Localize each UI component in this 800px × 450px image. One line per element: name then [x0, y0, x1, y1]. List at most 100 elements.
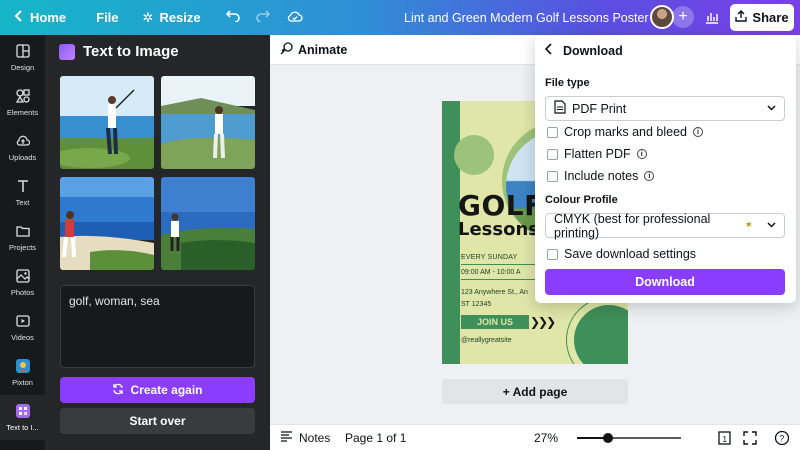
crop-marks-checkbox[interactable] — [547, 126, 558, 138]
text-to-image-icon — [15, 403, 30, 420]
shapes-icon — [15, 88, 30, 105]
info-icon[interactable]: i — [644, 171, 655, 181]
footer-bar: Notes Page 1 of 1 27% 1 ? — [270, 424, 800, 450]
notes-button[interactable]: Notes — [280, 431, 330, 445]
poster-schedule-day: EVERY SUNDAY — [461, 254, 518, 261]
refresh-icon — [112, 383, 124, 398]
flatten-pdf-label: Flatten PDF — [564, 147, 631, 161]
file-type-select[interactable]: PDF Print — [545, 96, 785, 121]
help-icon: ? — [774, 430, 790, 449]
save-settings-label: Save download settings — [564, 247, 697, 261]
pixton-app-icon — [15, 358, 30, 375]
rail-item-projects[interactable]: Projects — [0, 215, 45, 260]
redo-icon — [255, 10, 270, 25]
add-page-button[interactable]: + Add page — [442, 379, 628, 404]
folder-icon — [15, 224, 30, 240]
rail-item-text-to-image[interactable]: Text to I... — [0, 395, 45, 440]
rail-label: Uploads — [8, 152, 37, 162]
info-icon[interactable]: i — [636, 149, 647, 159]
zoom-level[interactable]: 27% — [534, 431, 558, 445]
prompt-textarea[interactable]: golf, woman, sea — [60, 285, 255, 368]
home-label: Home — [30, 10, 67, 25]
page-indicator[interactable]: Page 1 of 1 — [345, 431, 406, 445]
save-settings-checkbox[interactable] — [547, 248, 558, 260]
avatar[interactable] — [650, 5, 674, 29]
generated-image-2[interactable] — [161, 76, 255, 169]
include-notes-checkbox-row[interactable]: Include notes i — [547, 169, 655, 183]
save-settings-checkbox-row[interactable]: Save download settings — [547, 247, 696, 261]
pages-icon: 1 — [716, 431, 732, 449]
generated-image-4[interactable] — [161, 177, 255, 270]
left-rail: Design Elements Uploads Text Projects Ph… — [0, 35, 45, 450]
rail-item-text[interactable]: Text — [0, 170, 45, 215]
top-bar: Home File ✲ Resize Lint and Green Modern… — [0, 0, 800, 35]
generated-image-1[interactable] — [60, 76, 154, 169]
back-button[interactable] — [544, 43, 553, 58]
create-again-button[interactable]: Create again — [60, 377, 255, 403]
share-label: Share — [752, 10, 789, 25]
svg-text:1: 1 — [723, 435, 728, 444]
rail-label: Design — [10, 62, 35, 72]
sparkle-icon: ✲ — [142, 9, 154, 25]
file-menu-button[interactable]: File — [88, 0, 126, 35]
panel-title: Text to Image — [83, 43, 179, 60]
chevron-left-icon — [14, 10, 24, 25]
rail-label: Pixton — [12, 377, 33, 387]
image-icon — [15, 268, 30, 285]
create-again-label: Create again — [130, 383, 203, 397]
rail-label: Videos — [11, 332, 34, 342]
file-type-label: File type — [545, 77, 590, 89]
start-over-button[interactable]: Start over — [60, 408, 255, 434]
insights-button[interactable] — [700, 6, 724, 30]
add-collaborator-button[interactable]: + — [672, 6, 694, 28]
rail-label: Photos — [10, 287, 35, 297]
animate-button[interactable]: Animate — [280, 42, 347, 58]
info-icon[interactable]: i — [692, 127, 703, 137]
poster-handle: @reallygreatsite — [461, 337, 512, 344]
video-icon — [15, 314, 30, 330]
download-header: Download — [544, 43, 623, 58]
share-upload-icon — [735, 10, 748, 25]
panel-header: Text to Image — [59, 43, 179, 60]
undo-button[interactable] — [221, 0, 245, 35]
layout-icon — [15, 43, 30, 60]
rail-label: Text to I... — [6, 422, 39, 432]
rail-item-videos[interactable]: Videos — [0, 305, 45, 350]
download-title: Download — [563, 43, 623, 58]
page-count-button[interactable]: 1 — [716, 430, 732, 446]
resize-button[interactable]: ✲ Resize — [135, 0, 209, 35]
home-button[interactable]: Home — [6, 0, 74, 35]
generated-image-3[interactable] — [60, 177, 154, 270]
crop-marks-checkbox-row[interactable]: Crop marks and bleed i — [547, 125, 703, 139]
text-t-icon — [16, 179, 30, 195]
zoom-slider[interactable] — [577, 433, 681, 443]
document-title[interactable]: Lint and Green Modern Golf Lessons Poste… — [404, 0, 649, 35]
crop-marks-label: Crop marks and bleed — [564, 125, 687, 139]
share-button[interactable]: Share — [730, 4, 794, 31]
rail-label: Elements — [6, 107, 39, 117]
rail-item-uploads[interactable]: Uploads — [0, 125, 45, 170]
cloud-save-button[interactable] — [283, 0, 307, 35]
zoom-slider-knob[interactable] — [603, 433, 614, 443]
chevrons-right-icon: ❯❯❯ — [530, 315, 556, 329]
download-button[interactable]: Download — [545, 269, 785, 295]
include-notes-label: Include notes — [564, 169, 639, 183]
flatten-pdf-checkbox-row[interactable]: Flatten PDF i — [547, 147, 647, 161]
file-type-value: PDF Print — [572, 101, 627, 116]
fullscreen-button[interactable] — [742, 430, 758, 446]
divider — [461, 279, 546, 280]
help-button[interactable]: ? — [774, 430, 790, 446]
rail-item-elements[interactable]: Elements — [0, 80, 45, 125]
rail-item-photos[interactable]: Photos — [0, 260, 45, 305]
redo-button[interactable] — [251, 0, 275, 35]
flatten-pdf-checkbox[interactable] — [547, 148, 558, 160]
rail-item-pixton[interactable]: Pixton — [0, 350, 45, 395]
notes-label: Notes — [299, 431, 331, 445]
notes-icon — [280, 431, 293, 445]
file-label: File — [96, 10, 119, 25]
crown-icon: ✶ — [744, 220, 753, 231]
rail-item-design[interactable]: Design — [0, 35, 45, 80]
include-notes-checkbox[interactable] — [547, 170, 558, 182]
poster-title: GOLF — [458, 189, 544, 222]
colour-profile-select[interactable]: CMYK (best for professional printing) ✶ — [545, 212, 785, 240]
